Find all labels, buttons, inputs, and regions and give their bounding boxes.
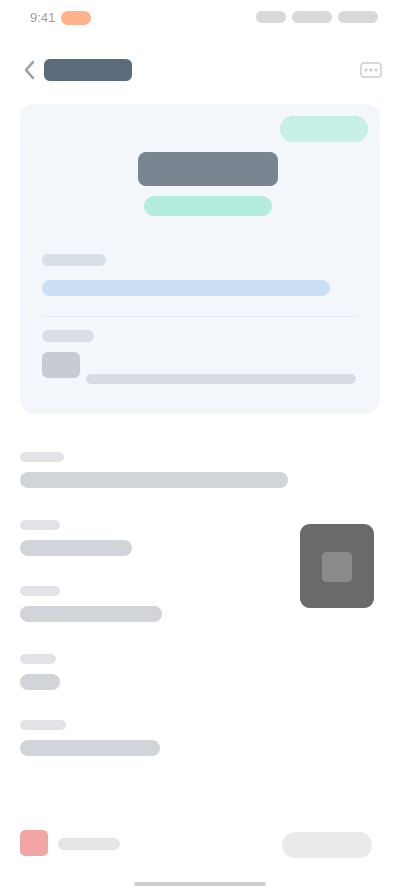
status-time: 9:41 xyxy=(30,10,56,25)
amount-value xyxy=(138,152,278,186)
detail-row xyxy=(20,520,300,556)
detail-label xyxy=(20,720,66,730)
bottom-left-label[interactable] xyxy=(58,838,120,850)
info-label xyxy=(42,254,106,266)
detail-value xyxy=(20,674,60,690)
status-icons xyxy=(256,11,378,23)
qr-code-center xyxy=(322,552,352,582)
detail-row xyxy=(20,452,300,488)
battery-icon xyxy=(338,11,378,23)
status-left: 9:41 xyxy=(30,10,92,25)
avatar xyxy=(42,352,80,378)
info-value xyxy=(86,374,356,384)
detail-value xyxy=(20,740,160,756)
nav-bar xyxy=(0,48,400,92)
info-link[interactable] xyxy=(42,280,330,296)
detail-value xyxy=(20,606,162,622)
status-bar: 9:41 xyxy=(0,0,400,40)
summary-card xyxy=(20,104,380,414)
more-icon[interactable] xyxy=(360,62,382,78)
detail-label xyxy=(20,520,60,530)
divider xyxy=(42,316,358,317)
amount-subtitle xyxy=(144,196,272,216)
chevron-left-icon[interactable] xyxy=(20,58,40,82)
detail-row xyxy=(20,720,300,756)
home-indicator xyxy=(134,882,266,886)
detail-row xyxy=(20,586,300,622)
detail-label xyxy=(20,452,64,462)
page-title xyxy=(44,59,132,81)
detail-label xyxy=(20,654,56,664)
detail-label xyxy=(20,586,60,596)
bottom-action-button[interactable] xyxy=(282,832,372,858)
signal-icon xyxy=(256,11,286,23)
detail-value xyxy=(20,472,288,488)
red-folder-icon[interactable] xyxy=(20,830,48,856)
notification-badge xyxy=(61,10,92,25)
detail-row xyxy=(20,654,300,690)
qr-code-image[interactable] xyxy=(300,524,374,608)
info-label xyxy=(42,330,94,342)
wifi-icon xyxy=(292,11,332,23)
bottom-action-bar xyxy=(0,810,400,880)
detail-value xyxy=(20,540,132,556)
status-badge xyxy=(280,116,368,142)
